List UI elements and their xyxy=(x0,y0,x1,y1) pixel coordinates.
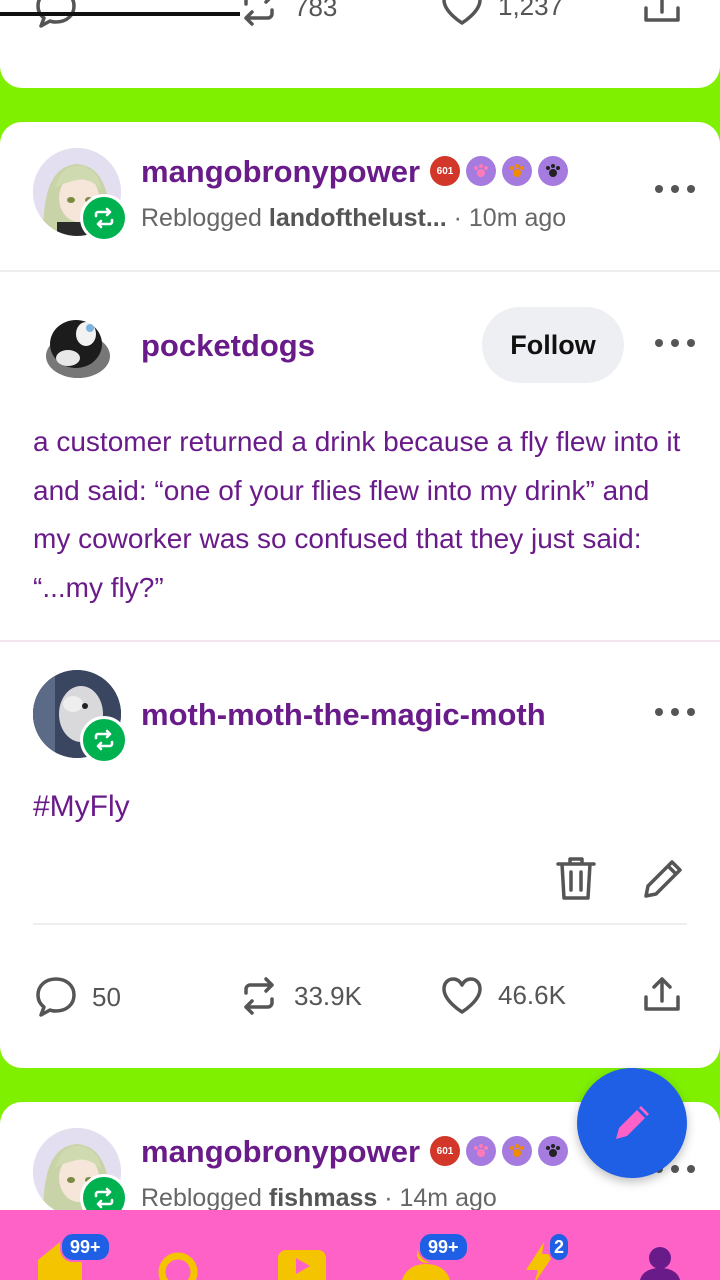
reblog-username[interactable]: moth-moth-the-magic-moth xyxy=(141,697,546,733)
pencil-icon xyxy=(644,860,682,898)
paw-badge-icon xyxy=(502,1136,532,1166)
paw-badge-icon xyxy=(466,1136,496,1166)
reblogged-from-link[interactable]: fishmass xyxy=(269,1184,377,1212)
original-poster-username[interactable]: pocketdogs xyxy=(141,328,315,364)
reblog-button[interactable]: 783 xyxy=(238,0,337,28)
divider xyxy=(33,923,687,925)
post-tag[interactable]: #MyFly xyxy=(33,790,130,824)
avatar[interactable] xyxy=(38,306,116,384)
divider xyxy=(0,640,720,642)
comment-icon xyxy=(36,977,76,1017)
reblog-badge-icon xyxy=(80,716,128,764)
like-count: 46.6K xyxy=(498,979,566,1010)
search-icon xyxy=(158,1252,198,1280)
badge-label: 601 xyxy=(436,1145,454,1157)
reblogged-from-link[interactable]: landofthelust... xyxy=(269,204,447,232)
badge-label: 601 xyxy=(436,165,454,177)
reblogger-username[interactable]: mangobronypower xyxy=(141,1134,420,1170)
paw-badge-icon xyxy=(538,156,568,186)
more-options-icon[interactable] xyxy=(655,179,695,199)
reblog-icon xyxy=(244,977,274,1015)
post-body-text: a customer returned a drink because a fl… xyxy=(33,426,681,603)
reblog-info: Reblogged landofthelust... · 10m ago xyxy=(141,204,566,233)
nav-account[interactable] xyxy=(630,1210,690,1280)
share-button[interactable] xyxy=(642,0,682,26)
reblog-button[interactable]: 33.9K xyxy=(238,975,362,1017)
post-time: · 14m ago xyxy=(377,1184,497,1212)
post-time: · 10m ago xyxy=(446,204,567,232)
hexagon-badge-icon: 601 xyxy=(430,1136,460,1166)
paw-badge-icon xyxy=(466,156,496,186)
account-icon xyxy=(640,1247,680,1280)
user-badges: 601 xyxy=(430,156,568,186)
reblog-count: 33.9K xyxy=(294,980,362,1011)
reblog-count: 783 xyxy=(294,0,338,22)
share-button[interactable] xyxy=(642,975,682,1015)
follow-button[interactable]: Follow xyxy=(482,307,624,383)
like-button[interactable]: 46.6K xyxy=(440,975,566,1015)
edit-button[interactable] xyxy=(640,856,686,907)
reblogged-prefix: Reblogged xyxy=(141,1184,262,1212)
nav-search[interactable] xyxy=(150,1210,210,1280)
bottom-navigation: 99+ 99+ 2 xyxy=(0,1210,720,1280)
trash-icon xyxy=(556,857,596,900)
heart-icon xyxy=(442,977,482,1014)
reblog-icon xyxy=(244,0,274,26)
paw-badge-icon xyxy=(502,156,532,186)
reblog-badge-icon xyxy=(80,194,128,242)
like-button[interactable]: 1,237 xyxy=(440,0,563,26)
paw-badge-icon xyxy=(538,1136,568,1166)
more-options-icon[interactable] xyxy=(655,702,695,722)
nav-video[interactable] xyxy=(272,1210,332,1280)
reblogger-username[interactable]: mangobronypower xyxy=(141,154,420,190)
compose-button[interactable] xyxy=(577,1068,687,1178)
share-icon xyxy=(644,977,680,1011)
delete-button[interactable] xyxy=(555,856,597,907)
hexagon-badge-icon: 601 xyxy=(430,156,460,186)
comment-count: 50 xyxy=(92,981,121,1012)
comment-button[interactable]: 50 xyxy=(34,975,121,1019)
like-count: 1,237 xyxy=(498,0,564,21)
share-icon xyxy=(644,0,680,22)
divider xyxy=(0,270,720,272)
reblogged-prefix: Reblogged xyxy=(141,204,262,232)
heart-icon xyxy=(442,0,482,25)
play-icon xyxy=(278,1250,326,1280)
more-options-icon[interactable] xyxy=(655,333,695,353)
lightning-notification-badge: 2 xyxy=(548,1232,570,1262)
home-notification-badge: 99+ xyxy=(60,1232,111,1262)
post-actions: 50 33.9K 46.6K xyxy=(0,967,720,1027)
pencil-icon xyxy=(616,1106,649,1139)
dog-avatar-image xyxy=(46,320,110,378)
progress-bar xyxy=(0,12,240,16)
user-badges: 601 xyxy=(430,1136,568,1166)
reblog-info: Reblogged fishmass · 14m ago xyxy=(141,1184,497,1213)
activity-notification-badge: 99+ xyxy=(418,1232,469,1262)
